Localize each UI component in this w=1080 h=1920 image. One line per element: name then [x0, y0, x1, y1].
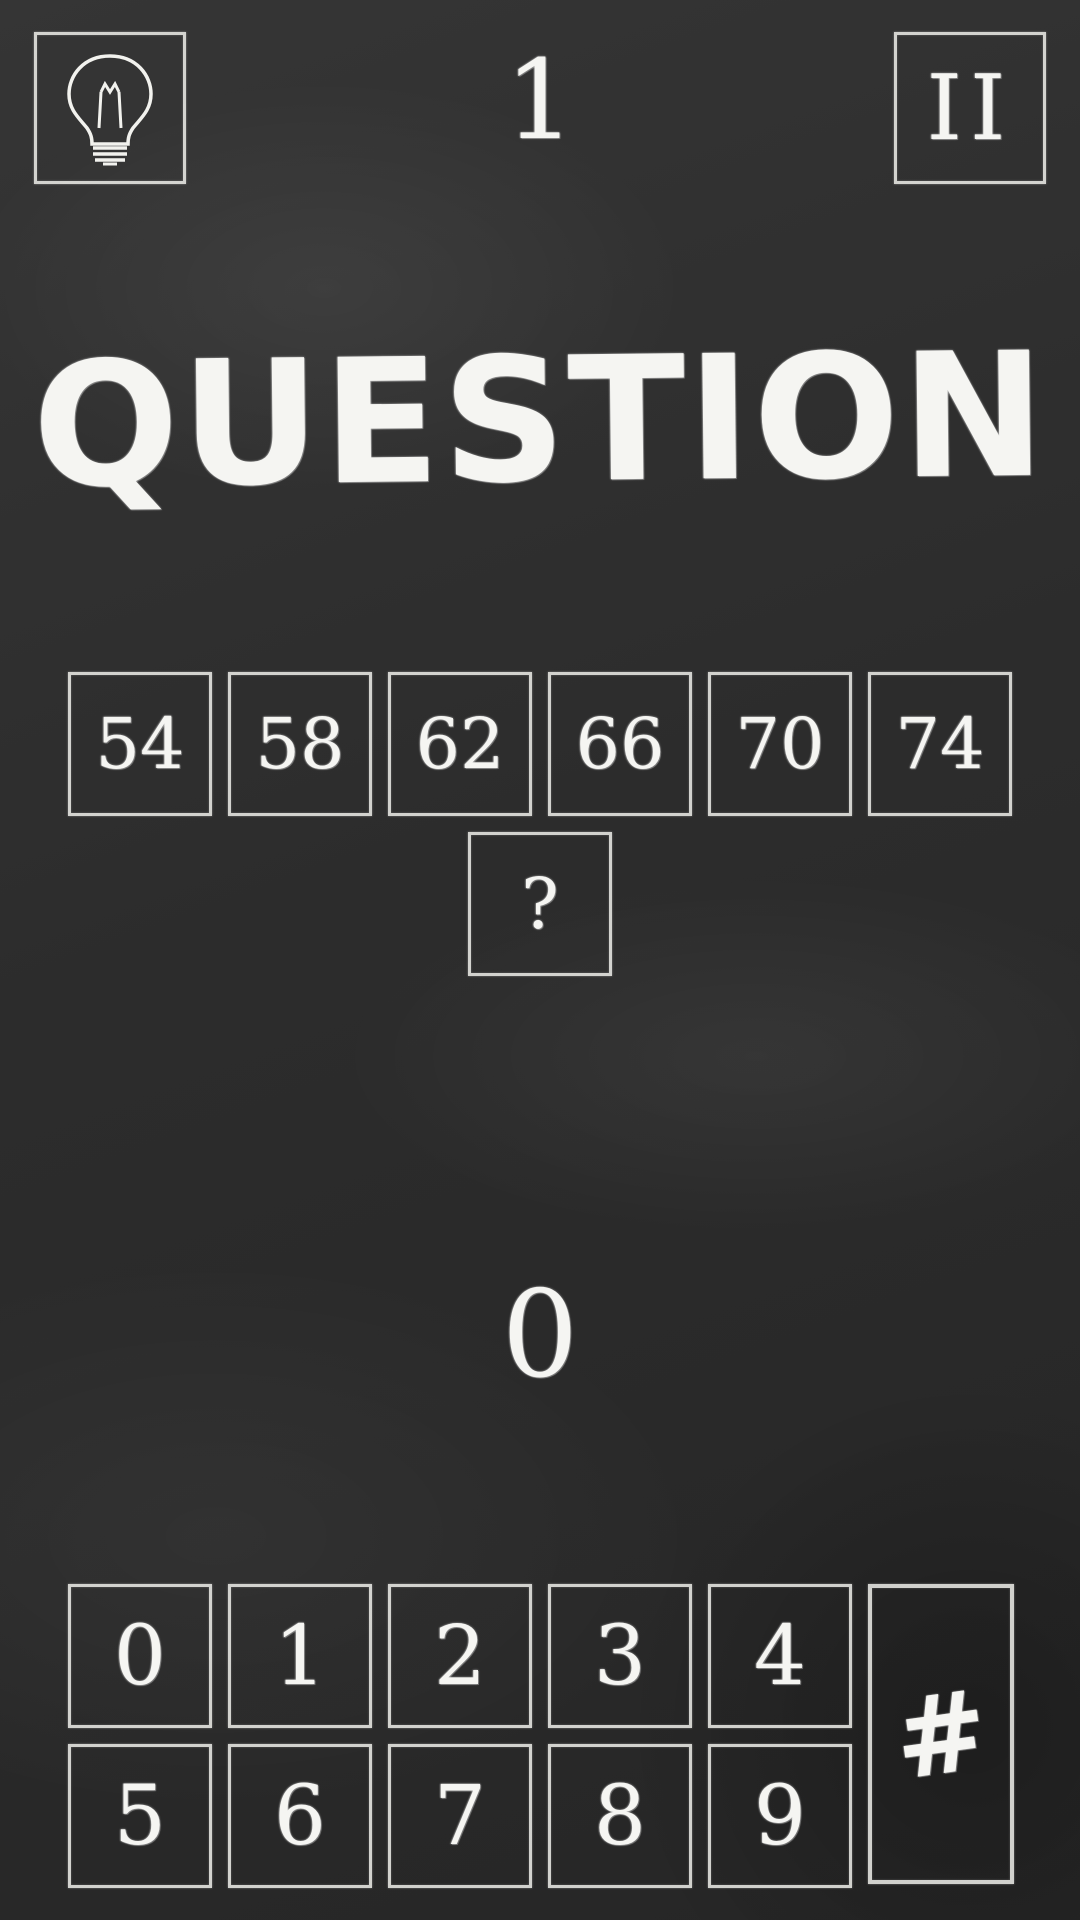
- unknown-box: ?: [468, 832, 612, 976]
- question-title: QUESTION: [31, 314, 1049, 526]
- key-1[interactable]: 1: [228, 1584, 372, 1728]
- key-3[interactable]: 3: [548, 1584, 692, 1728]
- sequence-item: 58: [228, 672, 372, 816]
- key-8[interactable]: 8: [548, 1744, 692, 1888]
- hint-button[interactable]: [34, 32, 186, 184]
- key-7[interactable]: 7: [388, 1744, 532, 1888]
- lightbulb-icon: [67, 54, 153, 166]
- key-9[interactable]: 9: [708, 1744, 852, 1888]
- key-0[interactable]: 0: [68, 1584, 212, 1728]
- submit-label: #: [886, 1663, 996, 1805]
- key-5[interactable]: 5: [68, 1744, 212, 1888]
- answer-display: 0: [501, 1265, 579, 1405]
- sequence-item: 66: [548, 672, 692, 816]
- level-number: 1: [505, 36, 575, 164]
- pause-button[interactable]: II: [894, 32, 1046, 184]
- sequence-item: 54: [68, 672, 212, 816]
- key-6[interactable]: 6: [228, 1744, 372, 1888]
- pause-label: II: [926, 55, 1014, 161]
- key-2[interactable]: 2: [388, 1584, 532, 1728]
- chalkboard: 1 II QUESTION 54 58 62 66 70 74 ? 0 0 1 …: [0, 0, 1080, 1920]
- sequence-item: 62: [388, 672, 532, 816]
- key-4[interactable]: 4: [708, 1584, 852, 1728]
- submit-button[interactable]: #: [868, 1584, 1014, 1884]
- sequence-item: 74: [868, 672, 1012, 816]
- sequence-item: 70: [708, 672, 852, 816]
